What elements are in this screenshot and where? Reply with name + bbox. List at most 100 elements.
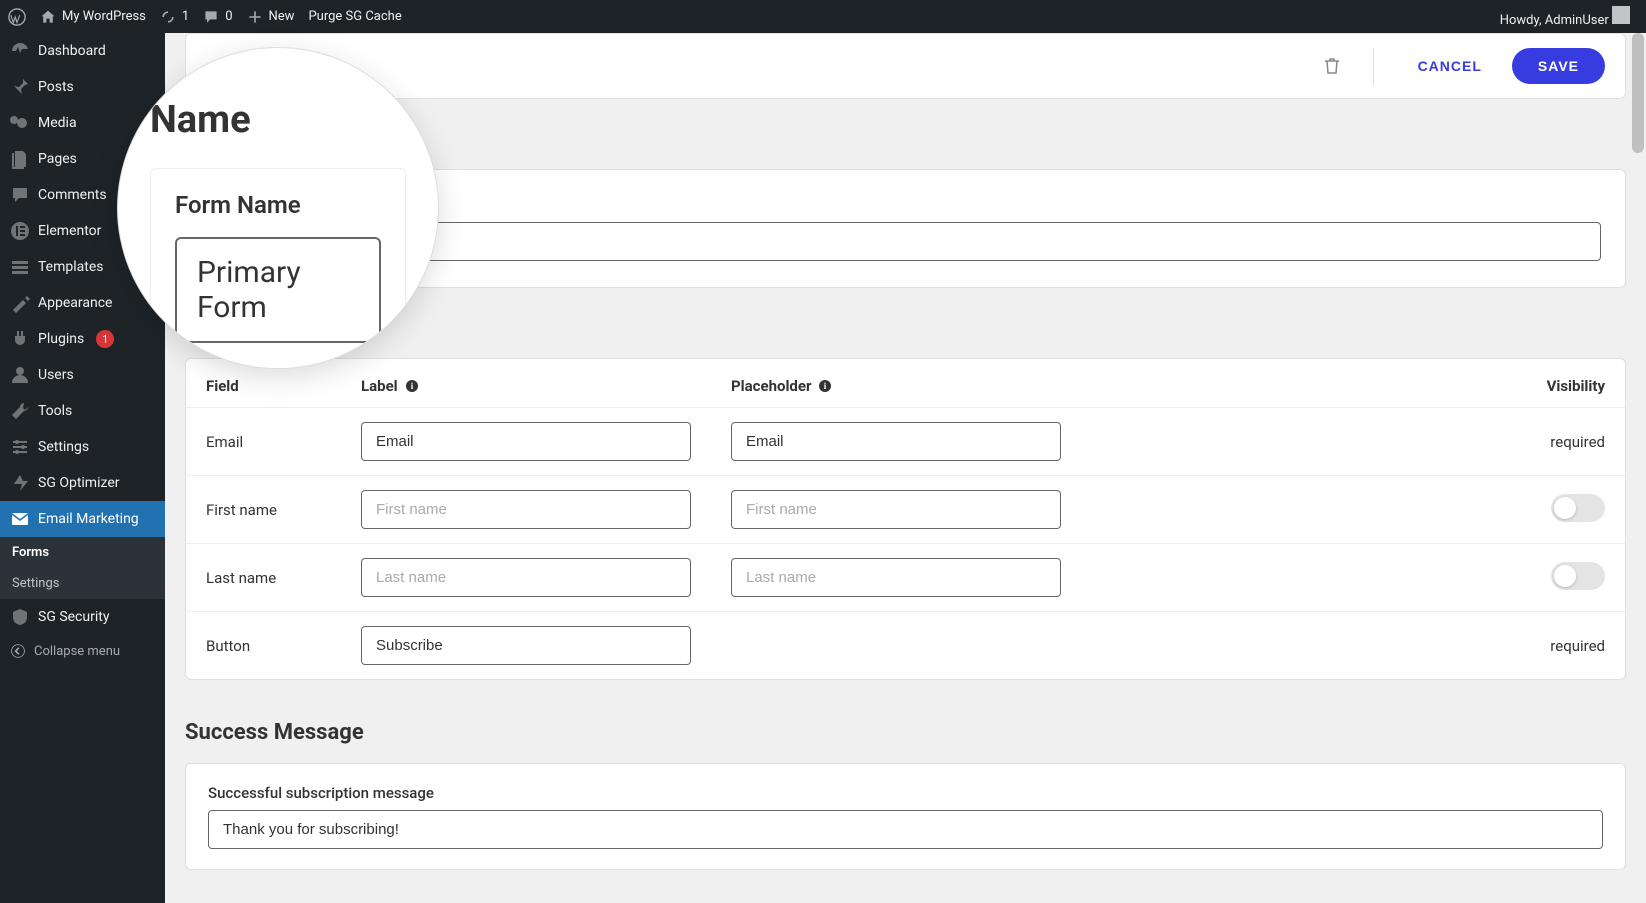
sidebar-item-label: Plugins (38, 331, 84, 347)
field-name: First name (206, 501, 361, 519)
visibility-text: required (1550, 637, 1605, 655)
sidebar-item-dashboard[interactable]: Dashboard (0, 33, 165, 69)
sidebar-item-tools[interactable]: Tools (0, 393, 165, 429)
comments-count: 0 (225, 9, 232, 24)
magnifier-lens: Name Form Name Primary Form (118, 48, 438, 368)
sidebar-item-label: Email Marketing (38, 511, 139, 527)
sidebar-item-posts[interactable]: Posts (0, 69, 165, 105)
comment-icon (203, 9, 219, 25)
sidebar-item-label: Elementor (38, 223, 101, 239)
lens-form-name-value: Primary Form (175, 237, 381, 343)
info-icon[interactable]: i (404, 378, 420, 394)
refresh-icon (160, 9, 176, 25)
label-input[interactable] (361, 558, 691, 597)
field-name: Email (206, 433, 361, 451)
submenu-item-forms[interactable]: Forms (0, 537, 165, 568)
submenu: FormsSettings (0, 537, 165, 599)
sidebar-item-label: Tools (38, 403, 72, 419)
sidebar-item-settings[interactable]: Settings (0, 429, 165, 465)
success-message-input[interactable] (208, 810, 1603, 849)
sidebar-item-label: Pages (38, 151, 77, 167)
wp-logo[interactable] (8, 8, 26, 26)
divider (1373, 48, 1374, 84)
sidebar-item-users[interactable]: Users (0, 357, 165, 393)
sidebar-item-plugins[interactable]: Plugins 1 (0, 321, 165, 357)
visibility-toggle[interactable] (1551, 494, 1605, 522)
sidebar-item-sg-security[interactable]: SG Security (0, 599, 165, 635)
header-placeholder: Placeholder i (731, 377, 1101, 395)
header-field: Field (206, 377, 361, 395)
cancel-button[interactable]: CANCEL (1400, 50, 1500, 82)
purge-cache-link[interactable]: Purge SG Cache (308, 9, 401, 24)
site-link[interactable]: My WordPress (40, 9, 146, 25)
success-card: Successful subscription message (185, 763, 1626, 870)
placeholder-input[interactable] (731, 422, 1061, 461)
success-section: Success Message Successful subscription … (185, 720, 1626, 870)
placeholder-input[interactable] (731, 490, 1061, 529)
fields-header: Field Label i Placeholder i Visibility (186, 359, 1625, 408)
sgoptimizer-icon (10, 473, 30, 493)
table-row: First name (186, 476, 1625, 544)
visibility-toggle[interactable] (1551, 562, 1605, 590)
avatar-icon (1612, 6, 1630, 24)
comments-icon (10, 185, 30, 205)
label-input[interactable] (361, 422, 691, 461)
success-message-label: Successful subscription message (208, 784, 1603, 802)
sidebar-item-label: SG Optimizer (38, 475, 119, 491)
sidebar-item-label: Templates (38, 259, 104, 275)
field-name: Last name (206, 569, 361, 587)
updates-count: 1 (182, 9, 189, 24)
tools-icon (10, 401, 30, 421)
header-visibility: Visibility (1547, 377, 1605, 395)
sidebar-item-label: Media (38, 115, 77, 131)
updates-link[interactable]: 1 (160, 9, 189, 25)
sgsecurity-icon (10, 607, 30, 627)
pin-icon (10, 77, 30, 97)
sidebar-item-label: Posts (38, 79, 74, 95)
sidebar-item-sg-optimizer[interactable]: SG Optimizer (0, 465, 165, 501)
media-icon (10, 113, 30, 133)
admin-bar: My WordPress 1 0 New Purge SG Cache Howd… (0, 0, 1646, 33)
lens-title: Name (150, 98, 406, 142)
plus-icon (247, 9, 263, 25)
action-bar: CANCEL SAVE (185, 33, 1626, 99)
sidebar-item-label: Users (38, 367, 74, 383)
save-button[interactable]: SAVE (1512, 48, 1605, 84)
visibility-text: required (1550, 433, 1605, 451)
collapse-menu[interactable]: Collapse menu (0, 635, 165, 667)
scrollbar-thumb[interactable] (1632, 33, 1644, 153)
email-icon (10, 509, 30, 529)
scrollbar[interactable] (1630, 33, 1646, 903)
collapse-icon (10, 643, 26, 659)
plugins-icon (10, 329, 30, 349)
sidebar-item-label: Settings (38, 439, 89, 455)
pages-icon (10, 149, 30, 169)
table-row: Email required (186, 408, 1625, 476)
appearance-icon (10, 293, 30, 313)
sidebar-item-email-marketing[interactable]: Email Marketing (0, 501, 165, 537)
table-row: Last name (186, 544, 1625, 612)
dashboard-icon (10, 41, 30, 61)
info-icon[interactable]: i (817, 378, 833, 394)
table-row: Buttonrequired (186, 612, 1625, 679)
submenu-item-settings[interactable]: Settings (0, 568, 165, 599)
label-input[interactable] (361, 626, 691, 665)
badge: 1 (96, 330, 114, 348)
comments-link[interactable]: 0 (203, 9, 232, 25)
success-title: Success Message (185, 720, 1626, 745)
header-label: Label i (361, 377, 731, 395)
trash-icon (1323, 56, 1341, 76)
lens-form-name-label: Form Name (175, 191, 381, 219)
sidebar-item-label: SG Security (38, 609, 109, 625)
templates-icon (10, 257, 30, 277)
delete-button[interactable] (1317, 50, 1347, 82)
fields-card: Field Label i Placeholder i Visibility E… (185, 358, 1626, 680)
sidebar-item-label: Comments (38, 187, 107, 203)
placeholder-input[interactable] (731, 558, 1061, 597)
new-link[interactable]: New (247, 9, 295, 25)
sidebar-item-label: Appearance (38, 295, 112, 311)
new-label: New (269, 9, 295, 24)
label-input[interactable] (361, 490, 691, 529)
settings-icon (10, 437, 30, 457)
howdy-link[interactable]: Howdy, AdminUser (1500, 6, 1630, 28)
